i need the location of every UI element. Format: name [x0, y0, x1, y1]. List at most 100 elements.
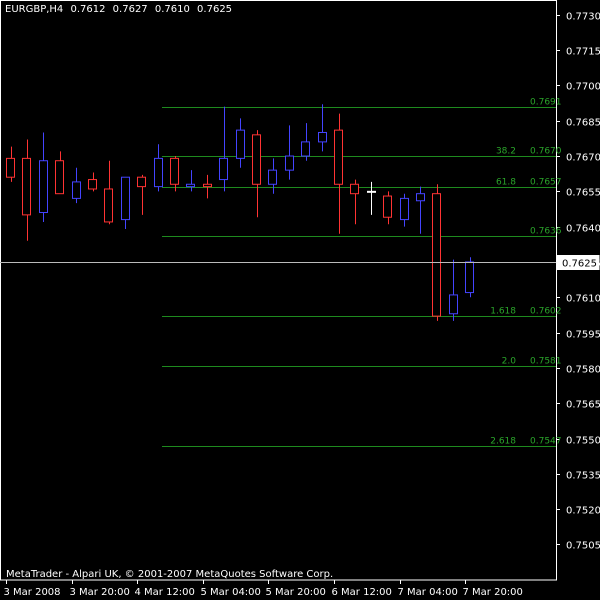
fib-ratio-label: 38.2 [496, 147, 516, 157]
candle [400, 193, 409, 227]
candle-body [104, 188, 113, 223]
fib-price-label: 0.7602 [530, 307, 562, 317]
fib-price-label: 0.7581 [530, 357, 562, 367]
y-tick-label: 0.7700 [566, 82, 600, 93]
candle-body [334, 129, 343, 185]
candle [137, 174, 146, 215]
candle-body [219, 157, 228, 181]
candle-body [383, 195, 392, 218]
candle [154, 144, 163, 192]
candle [55, 151, 64, 195]
y-tick-label: 0.7730 [566, 12, 600, 23]
x-tick-label: 3 Mar 20:00 [70, 587, 130, 598]
candle [170, 156, 179, 192]
candle [203, 174, 212, 199]
fib-price-label: 0.7657 [530, 178, 562, 188]
candle-body [416, 193, 425, 202]
candle [186, 170, 195, 192]
candle-body [350, 183, 359, 195]
candle [72, 167, 81, 204]
candle [285, 125, 294, 180]
candle-body [22, 157, 31, 216]
fib-price-label: 0.7547 [530, 437, 562, 447]
candle-body [55, 160, 64, 195]
candle-body [252, 134, 261, 185]
candle-body [137, 176, 146, 188]
candle-body [465, 261, 474, 294]
x-tick-label: 4 Mar 12:00 [135, 587, 195, 598]
fib-price-label: 0.7636 [530, 227, 562, 237]
fib-ratio-label: 61.8 [496, 178, 516, 188]
candle-body [88, 179, 97, 190]
x-tick-label: 7 Mar 04:00 [398, 587, 458, 598]
candle-body [318, 131, 327, 143]
candle-body [186, 183, 195, 188]
candle [219, 106, 228, 192]
current-price-label: 0.7625 [562, 259, 597, 270]
open-value: 0.7612 [70, 4, 106, 15]
symbol-label: EURGBP,H4 [5, 4, 64, 15]
fib-ratio-label: 1.618 [490, 307, 516, 317]
candle [252, 130, 261, 218]
y-tick-label: 0.7520 [566, 506, 600, 517]
candle [334, 113, 343, 234]
x-tick-label: 5 Mar 04:00 [201, 587, 261, 598]
candle-body [6, 157, 15, 178]
candle-body [449, 294, 458, 315]
candle-body [203, 183, 212, 188]
candle [350, 179, 359, 225]
candle-body [268, 169, 277, 185]
candle [449, 259, 458, 321]
chart-header: EURGBP,H4 0.7612 0.7627 0.7610 0.7625 [5, 4, 236, 15]
fib-ratio-label: 2.0 [502, 357, 517, 367]
candle-body [39, 160, 48, 214]
candle-body [154, 157, 163, 188]
chart-canvas[interactable]: 0.7730 0.7715 0.7700 0.7685 0.7670 0.7655 0.76… [0, 0, 600, 600]
x-tick-label: 3 Mar 2008 [4, 587, 61, 598]
fib-price-label: 0.7691 [530, 98, 562, 108]
candle [383, 191, 392, 225]
high-value: 0.7627 [112, 4, 148, 15]
candle [465, 257, 474, 298]
candle [268, 158, 277, 194]
y-tick-label: 0.7550 [566, 436, 600, 447]
candle [416, 186, 425, 234]
copyright-text: MetaTrader - Alpari UK, © 2001-2007 Meta… [6, 569, 334, 580]
candle-body [301, 141, 310, 157]
candle-body [121, 176, 130, 221]
low-value: 0.7610 [154, 4, 190, 15]
candle-body [170, 157, 179, 185]
candle [318, 104, 327, 152]
candle [236, 118, 245, 168]
candle [367, 181, 376, 215]
y-tick-label: 0.7580 [566, 365, 600, 376]
y-tick-label: 0.7565 [566, 400, 600, 411]
y-tick-label: 0.7715 [566, 47, 600, 58]
candle [121, 176, 130, 229]
fib-ratio-label: 2.618 [490, 437, 516, 447]
y-tick-label: 0.7595 [566, 330, 600, 341]
candle-body [432, 193, 441, 317]
candle [39, 132, 48, 222]
y-tick-label: 0.7655 [566, 188, 600, 199]
candle-body [400, 197, 409, 221]
x-tick-label: 5 Mar 20:00 [266, 587, 326, 598]
x-tick-label: 6 Mar 12:00 [332, 587, 392, 598]
x-tick-label: 7 Mar 20:00 [463, 587, 523, 598]
candle [301, 123, 310, 161]
fib-price-label: 0.7670 [530, 147, 562, 157]
y-tick-label: 0.7670 [566, 153, 600, 164]
y-tick-label: 0.7505 [566, 541, 600, 552]
y-tick-label: 0.7685 [566, 118, 600, 129]
price-chart[interactable]: 0.7730 0.7715 0.7700 0.7685 0.7670 0.7655 0.76… [0, 0, 600, 600]
y-tick-label: 0.7610 [566, 294, 600, 305]
candle-body [367, 190, 376, 193]
candle-body [285, 155, 294, 171]
close-value: 0.7625 [197, 4, 233, 15]
candle [104, 160, 113, 225]
y-tick-label: 0.7535 [566, 471, 600, 482]
candle [22, 139, 31, 241]
candle [432, 184, 441, 321]
candle [6, 146, 15, 182]
y-tick-label: 0.7640 [566, 224, 600, 235]
